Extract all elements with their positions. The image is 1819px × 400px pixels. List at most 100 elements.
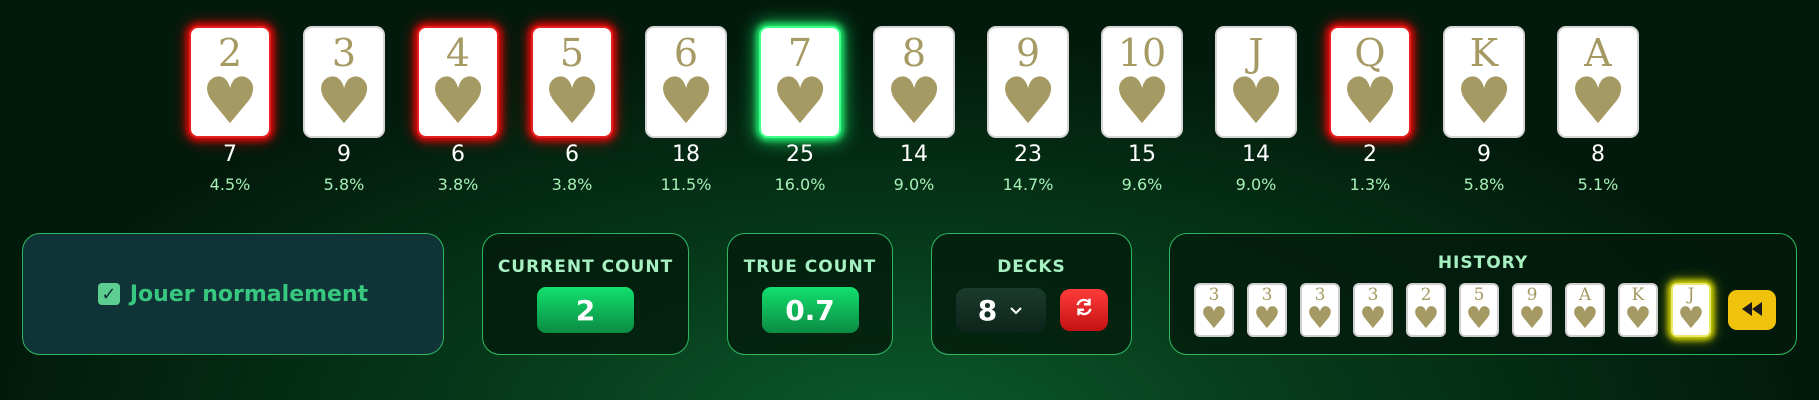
check-icon[interactable]: ✓	[97, 283, 120, 305]
card-column: 9 ♥ 23 14.7%	[987, 26, 1069, 194]
heart-icon: ♥	[1624, 301, 1652, 336]
playing-card[interactable]: 10 ♥	[1101, 26, 1183, 138]
heart-icon: ♥	[1227, 65, 1285, 139]
card-column: 5 ♥ 6 3.8%	[531, 26, 613, 194]
heart-icon: ♥	[1571, 301, 1599, 336]
card-column: K ♥ 9 5.8%	[1443, 26, 1525, 194]
card-probability: 11.5%	[660, 175, 712, 194]
decks-value: 8	[977, 293, 998, 327]
heart-icon: ♥	[1341, 65, 1399, 139]
heart-icon: ♥	[1359, 301, 1387, 336]
playing-card[interactable]: A ♥	[1557, 26, 1639, 138]
heart-icon: ♥	[1677, 301, 1705, 336]
heart-icon: ♥	[999, 65, 1057, 139]
heart-icon: ♥	[657, 65, 715, 139]
card-column: 4 ♥ 6 3.8%	[417, 26, 499, 194]
history-title: HISTORY	[1437, 253, 1529, 273]
heart-icon: ♥	[1113, 65, 1171, 139]
card-probability: 14.7%	[1002, 175, 1054, 194]
card-column: A ♥ 8 5.1%	[1557, 26, 1639, 194]
playing-card[interactable]: K ♥	[1443, 26, 1525, 138]
card-column: 2 ♥ 7 4.5%	[189, 26, 271, 194]
true-count-title: TRUE COUNT	[743, 257, 877, 277]
card-remaining-count: 25	[786, 142, 814, 167]
true-count-panel: TRUE COUNT 0.7	[727, 233, 893, 355]
card-remaining-count: 6	[451, 142, 465, 167]
card-probability: 9.0%	[1235, 175, 1277, 194]
playing-card[interactable]: Q ♥	[1329, 26, 1411, 138]
playing-card[interactable]: 2 ♥	[189, 26, 271, 138]
history-card: 3 ♥	[1247, 283, 1287, 337]
card-probability: 9.0%	[893, 175, 935, 194]
heart-icon: ♥	[429, 65, 487, 139]
card-column: J ♥ 14 9.0%	[1215, 26, 1297, 194]
card-column: 6 ♥ 18 11.5%	[645, 26, 727, 194]
history-panel: HISTORY 3 ♥ 3 ♥ 3 ♥ 3 ♥ 2 ♥ 5 ♥ 9 ♥ A ♥ K ♥ J ♥	[1169, 233, 1797, 355]
heart-icon: ♥	[1200, 301, 1228, 336]
refresh-icon	[1073, 296, 1095, 324]
card-remaining-count: 14	[1242, 142, 1270, 167]
chevron-down-icon	[1009, 301, 1023, 320]
play-normally-label[interactable]: Jouer normalement	[130, 282, 368, 307]
playing-card[interactable]: 6 ♥	[645, 26, 727, 138]
card-column: 10 ♥ 15 9.6%	[1101, 26, 1183, 194]
card-remaining-count: 23	[1014, 142, 1042, 167]
heart-icon: ♥	[1306, 301, 1334, 336]
card-column: 8 ♥ 14 9.0%	[873, 26, 955, 194]
playing-card[interactable]: 7 ♥	[759, 26, 841, 138]
card-remaining-count: 2	[1363, 142, 1377, 167]
heart-icon: ♥	[1518, 301, 1546, 336]
playing-card[interactable]: 9 ♥	[987, 26, 1069, 138]
playing-card[interactable]: 4 ♥	[417, 26, 499, 138]
card-probability: 3.8%	[551, 175, 593, 194]
card-remaining-count: 9	[1477, 142, 1491, 167]
history-card: 3 ♥	[1194, 283, 1234, 337]
playing-card[interactable]: 5 ♥	[531, 26, 613, 138]
card-column: Q ♥ 2 1.3%	[1329, 26, 1411, 194]
heart-icon: ♥	[1455, 65, 1513, 139]
card-remaining-count: 14	[900, 142, 928, 167]
heart-icon: ♥	[1465, 301, 1493, 336]
decks-panel: DECKS 8	[931, 233, 1132, 355]
history-card: K ♥	[1618, 283, 1658, 337]
card-probability: 5.8%	[323, 175, 365, 194]
history-card: 9 ♥	[1512, 283, 1552, 337]
heart-icon: ♥	[201, 65, 259, 139]
card-probability: 3.8%	[437, 175, 479, 194]
heart-icon: ♥	[543, 65, 601, 139]
playing-card[interactable]: 3 ♥	[303, 26, 385, 138]
reset-button[interactable]	[1059, 289, 1108, 331]
card-probability: 9.6%	[1121, 175, 1163, 194]
history-card: 5 ♥	[1459, 283, 1499, 337]
card-remaining-count: 6	[565, 142, 579, 167]
current-count-value: 2	[537, 287, 634, 333]
heart-icon: ♥	[1569, 65, 1627, 139]
card-remaining-count: 9	[337, 142, 351, 167]
decks-select[interactable]: 8	[955, 288, 1046, 332]
rewind-icon	[1741, 298, 1763, 322]
history-card: A ♥	[1565, 283, 1605, 337]
card-remaining-count: 18	[672, 142, 700, 167]
card-probability: 4.5%	[209, 175, 251, 194]
card-probability: 16.0%	[774, 175, 826, 194]
card-probability: 1.3%	[1349, 175, 1391, 194]
playing-card[interactable]: J ♥	[1215, 26, 1297, 138]
card-column: 3 ♥ 9 5.8%	[303, 26, 385, 194]
true-count-value: 0.7	[761, 287, 859, 333]
history-card: 2 ♥	[1406, 283, 1446, 337]
heart-icon: ♥	[885, 65, 943, 139]
heart-icon: ♥	[315, 65, 373, 139]
card-remaining-count: 15	[1128, 142, 1156, 167]
decks-title: DECKS	[997, 257, 1066, 277]
heart-icon: ♥	[1412, 301, 1440, 336]
current-count-panel: CURRENT COUNT 2	[482, 233, 689, 355]
card-counter-row: 2 ♥ 7 4.5% 3 ♥ 9 5.8% 4 ♥ 6 3.8% 5 ♥ 6 3.8% 6 ♥ 18 11.5% 7 ♥ 2…	[189, 26, 1639, 194]
card-remaining-count: 7	[223, 142, 237, 167]
card-column: 7 ♥ 25 16.0%	[759, 26, 841, 194]
playing-card[interactable]: 8 ♥	[873, 26, 955, 138]
play-normally-panel: ✓ Jouer normalement	[22, 233, 444, 355]
card-probability: 5.1%	[1577, 175, 1619, 194]
card-probability: 5.8%	[1463, 175, 1505, 194]
undo-button[interactable]	[1728, 290, 1776, 330]
card-remaining-count: 8	[1591, 142, 1605, 167]
